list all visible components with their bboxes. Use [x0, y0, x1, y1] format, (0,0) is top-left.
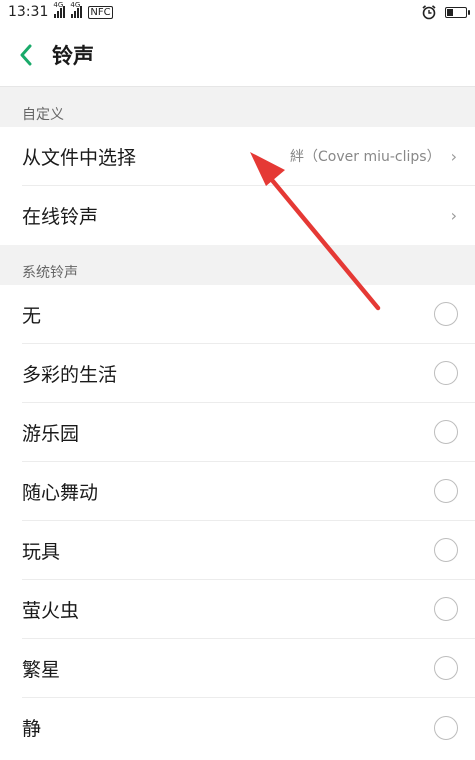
ringtone-label: 玩具: [22, 540, 61, 563]
radio-button[interactable]: [434, 656, 458, 680]
page-title: 铃声: [52, 44, 94, 68]
back-button[interactable]: [0, 24, 52, 86]
ringtone-row[interactable]: 随心舞动: [22, 462, 475, 521]
chevron-left-icon: [20, 44, 32, 66]
radio-button[interactable]: [434, 479, 458, 503]
radio-button[interactable]: [434, 715, 458, 740]
ringtone-row[interactable]: 繁星: [22, 639, 475, 698]
row-label: 从文件中选择: [22, 146, 137, 169]
status-right: [421, 4, 470, 20]
signal-icon-2: 4G: [70, 2, 83, 18]
ringtone-row[interactable]: 游乐园: [22, 403, 475, 462]
ringtone-label: 游乐园: [22, 422, 80, 445]
ringtone-row[interactable]: 静: [22, 698, 475, 757]
radio-button[interactable]: [434, 361, 458, 385]
chevron-right-icon: ›: [450, 206, 457, 225]
battery-fill: [447, 8, 454, 16]
chevron-right-icon: ›: [450, 146, 457, 166]
ringtone-row[interactable]: 无: [22, 285, 475, 344]
row-right: ›: [451, 206, 457, 225]
row-right: 絆（Cover miu-clips） ›: [290, 146, 457, 166]
ringtone-label: 静: [22, 718, 42, 740]
row-label: 在线铃声: [22, 206, 99, 228]
radio-button[interactable]: [434, 302, 458, 326]
signal-tag: 4G: [53, 1, 64, 9]
ringtone-row[interactable]: 萤火虫: [22, 580, 475, 639]
system-list: 无 多彩的生活 游乐园 随心舞动 玩具 萤火虫 繁星 静: [0, 285, 475, 757]
alarm-icon: [422, 5, 436, 20]
status-time: 13:31: [8, 4, 49, 20]
choose-from-file-row[interactable]: 从文件中选择 絆（Cover miu-clips） ›: [22, 127, 475, 186]
ringtone-label: 萤火虫: [22, 599, 80, 622]
ringtone-row[interactable]: 多彩的生活: [22, 344, 475, 403]
ringtone-row[interactable]: 玩具: [22, 521, 475, 580]
radio-button[interactable]: [434, 597, 458, 621]
radio-button[interactable]: [434, 538, 458, 562]
ringtone-label: 繁星: [22, 658, 61, 681]
battery-icon: [445, 6, 470, 18]
online-ringtone-row[interactable]: 在线铃声 ›: [22, 186, 475, 245]
nfc-icon: NFC: [88, 5, 113, 19]
signal-icon: 4G: [53, 2, 66, 18]
current-ringtone-value: 絆（Cover miu-clips）: [290, 149, 441, 165]
signal-tag-2: 4G: [70, 1, 81, 9]
header: 铃声: [0, 24, 475, 87]
ringtone-label: 无: [22, 304, 42, 327]
status-left: 13:31 4G 4G NFC: [8, 2, 113, 20]
ringtone-label: 多彩的生活: [22, 363, 118, 386]
section-title-custom: 自定义: [0, 87, 475, 127]
custom-list: 从文件中选择 絆（Cover miu-clips） › 在线铃声 ›: [0, 127, 475, 245]
radio-button[interactable]: [434, 420, 458, 444]
ringtone-label: 随心舞动: [22, 481, 99, 504]
status-bar: 13:31 4G 4G NFC: [0, 0, 475, 24]
section-title-system: 系统铃声: [0, 245, 475, 285]
